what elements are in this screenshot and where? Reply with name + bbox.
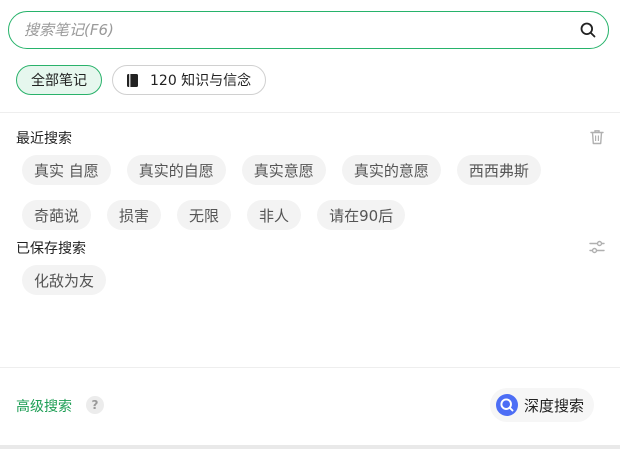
clear-recent-button[interactable] (588, 128, 606, 146)
recent-search-chip[interactable]: 请在90后 (317, 200, 406, 230)
search-icon (580, 22, 596, 38)
filter-notebook[interactable]: 120 知识与信念 (112, 65, 267, 95)
search-panel: 全部笔记 120 知识与信念 最近搜索 真实 自愿 (0, 0, 620, 445)
help-glyph: ? (91, 398, 99, 412)
sliders-icon (589, 240, 605, 254)
recent-search-chip[interactable]: 无限 (177, 200, 232, 230)
deep-search-icon (496, 394, 518, 416)
trash-icon (590, 129, 604, 145)
saved-row: 化敌为友 (22, 265, 107, 295)
search-input[interactable] (9, 12, 568, 48)
recent-search-chip[interactable]: 西西弗斯 (456, 155, 541, 185)
recent-search-chip[interactable]: 损害 (107, 200, 162, 230)
recent-searches-title: 最近搜索 (16, 131, 72, 147)
window-edge (0, 445, 620, 449)
filter-label: 120 知识与信念 (150, 73, 252, 89)
search-button[interactable] (568, 12, 608, 48)
saved-search-chip[interactable]: 化敌为友 (22, 265, 107, 295)
recent-row-1: 真实 自愿 真实的自愿 真实意愿 真实的意愿 西西弗斯 (22, 155, 541, 185)
filter-row: 全部笔记 120 知识与信念 (16, 65, 267, 95)
recent-search-chip[interactable]: 真实意愿 (241, 155, 326, 185)
manage-saved-button[interactable] (588, 238, 606, 256)
filter-all-notes[interactable]: 全部笔记 (16, 65, 102, 95)
recent-search-chip[interactable]: 非人 (247, 200, 302, 230)
notebook-icon (127, 73, 138, 87)
divider (0, 112, 620, 113)
divider (0, 367, 620, 368)
recent-row-2: 奇葩说 损害 无限 非人 请在90后 (22, 200, 406, 230)
recent-search-chip[interactable]: 真实的意愿 (341, 155, 441, 185)
saved-searches-title: 已保存搜索 (16, 241, 86, 257)
filter-label: 全部笔记 (31, 73, 87, 89)
recent-search-chip[interactable]: 真实的自愿 (126, 155, 226, 185)
advanced-search-link[interactable]: 高级搜索 (16, 396, 72, 416)
deep-search-button[interactable]: 深度搜索 (490, 388, 595, 422)
recent-search-chip[interactable]: 奇葩说 (22, 200, 92, 230)
help-icon[interactable]: ? (86, 396, 104, 414)
search-box (8, 11, 609, 49)
deep-search-label: 深度搜索 (524, 396, 585, 415)
recent-search-chip[interactable]: 真实 自愿 (22, 155, 111, 185)
